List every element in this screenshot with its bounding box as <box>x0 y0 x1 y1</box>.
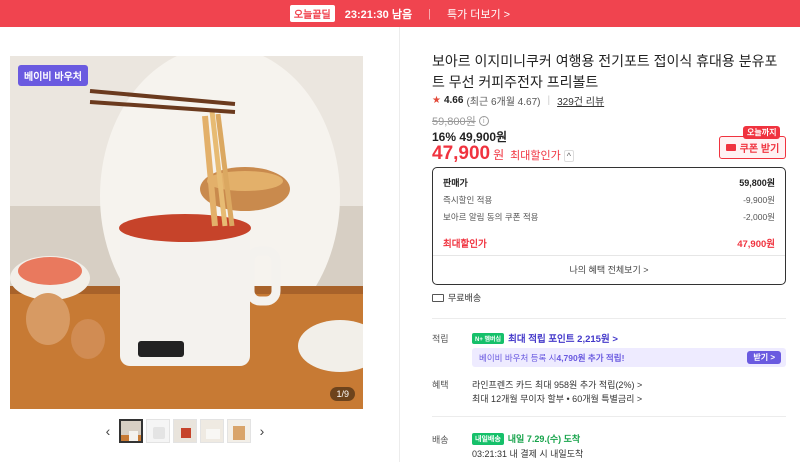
rating-row: ★ 4.66 (최근 6개월 4.67) | 329건 리뷰 <box>432 93 604 108</box>
next-day-delivery-badge: 내일배송 <box>472 432 504 445</box>
main-product-image[interactable]: 베이비 바우처 1/9 <box>10 56 363 409</box>
shipping-row: 무료배송 <box>432 291 481 304</box>
shipping-label: 무료배송 <box>448 293 482 303</box>
thumbnail-1[interactable] <box>119 419 143 443</box>
info-icon[interactable]: i <box>478 116 489 126</box>
delivery-row: 내일배송 내일 7.29.(수) 도착 <box>472 432 580 445</box>
best-row-value: 47,900원 <box>737 239 775 250</box>
points-section-label: 적립 <box>432 334 449 344</box>
truck-icon <box>432 293 444 302</box>
price-row-instant: 즉시할인 적용 -9,900원 <box>443 194 775 206</box>
deal-more-link[interactable]: 특가 더보기 > <box>447 6 510 22</box>
rating-detail: (최근 6개월 4.67) <box>466 97 541 108</box>
get-points-button[interactable]: 받기 > <box>747 351 781 364</box>
best-price: 47,900 <box>432 143 491 164</box>
original-price: 59,800원 <box>432 116 476 128</box>
coupon-icon <box>725 144 736 151</box>
price-row-best: 최대할인가 47,900원 <box>443 236 775 250</box>
rating-score: 4.66 <box>443 95 464 106</box>
star-icon: ★ <box>432 95 441 106</box>
section-divider <box>432 416 786 417</box>
best-price-row: 47,900 원 최대할인가 ^ <box>432 143 575 165</box>
price-row-value: -2,000원 <box>743 212 775 222</box>
points-line: 최대 적립 포인트 2,215원 > <box>508 334 618 345</box>
price-box-divider <box>433 255 785 256</box>
price-row-sale: 판매가 59,800원 <box>443 176 775 189</box>
coupon-deadline-tag: 오늘까지 <box>743 126 781 139</box>
best-row-label: 최대할인가 <box>443 239 487 250</box>
thumbnail-4[interactable] <box>200 419 224 443</box>
thumbnail-strip: ‹ › <box>100 418 275 444</box>
product-title: 보아르 이지미니쿠커 여행용 전기포트 접이식 휴대용 분유포트 무선 커피주전… <box>432 53 778 90</box>
voucher-bubble: 베이비 바우처 등록 시 4,790원 추가 적립! 받기 > <box>472 348 786 367</box>
voucher-badge: 베이비 바우처 <box>18 65 88 86</box>
card-benefit-link[interactable]: 라인프렌즈 카드 최대 958원 추가 적립(2%) > <box>472 378 642 391</box>
thumbnail-2[interactable] <box>146 419 170 443</box>
top-deal-banner: 오늘끝딜 23:21:30 남음 | 특가 더보기 > <box>0 0 800 27</box>
price-row-label: 보아르 알림 동의 쿠폰 적용 <box>443 212 539 222</box>
product-photo-illustration <box>10 56 363 409</box>
rating-divider: | <box>547 95 551 106</box>
delivery-date: 내일 7.29.(수) 도착 <box>507 434 581 444</box>
column-divider <box>399 27 400 462</box>
deal-label: 오늘끝딜 <box>289 5 335 22</box>
original-price-row: 59,800원 i <box>432 113 489 129</box>
thumbnail-3[interactable] <box>173 419 197 443</box>
benefits-section-label: 혜택 <box>432 380 449 390</box>
price-row-value: -9,900원 <box>743 195 775 205</box>
best-price-label: 최대할인가 <box>510 150 561 162</box>
thumb-next-icon[interactable]: › <box>254 418 270 444</box>
bubble-amount: 4,790원 추가 적립! <box>556 352 625 363</box>
review-link[interactable]: 329건 리뷰 <box>557 93 604 108</box>
benefits-link[interactable]: 나의 혜택 전체보기 > <box>433 263 785 276</box>
price-breakdown-box: 판매가 59,800원 즉시할인 적용 -9,900원 보아르 알림 동의 쿠폰… <box>432 167 786 285</box>
thumb-prev-icon[interactable]: ‹ <box>100 418 116 444</box>
section-divider <box>432 318 786 319</box>
coupon-button[interactable]: 쿠폰 받기 <box>719 136 786 159</box>
points-row[interactable]: N+ 멤버십 최대 적립 포인트 2,215원 > <box>472 331 618 345</box>
price-row-label: 즉시할인 적용 <box>443 195 493 205</box>
bubble-prefix: 베이비 바우처 등록 시 <box>479 352 557 363</box>
npay-icon: N+ 멤버십 <box>472 332 505 344</box>
price-row-label: 판매가 <box>443 178 468 188</box>
delivery-section-label: 배송 <box>432 435 449 445</box>
thumbnail-5[interactable] <box>227 419 251 443</box>
price-row-value: 59,800원 <box>739 178 775 188</box>
price-row-coupon: 보아르 알림 동의 쿠폰 적용 -2,000원 <box>443 211 775 223</box>
delivery-cutoff: 03:21:31 내 결제 시 내일도착 <box>472 449 584 459</box>
chevron-up-icon[interactable]: ^ <box>563 150 575 162</box>
image-counter: 1/9 <box>330 387 355 401</box>
coupon-button-label: 쿠폰 받기 <box>739 144 780 155</box>
installment-benefit-link[interactable]: 최대 12개월 무이자 할부 • 60개월 특별금리 > <box>472 392 642 405</box>
banner-separator: | <box>428 7 431 20</box>
best-price-won: 원 <box>493 148 505 162</box>
deal-countdown: 23:21:30 남음 <box>344 8 413 21</box>
